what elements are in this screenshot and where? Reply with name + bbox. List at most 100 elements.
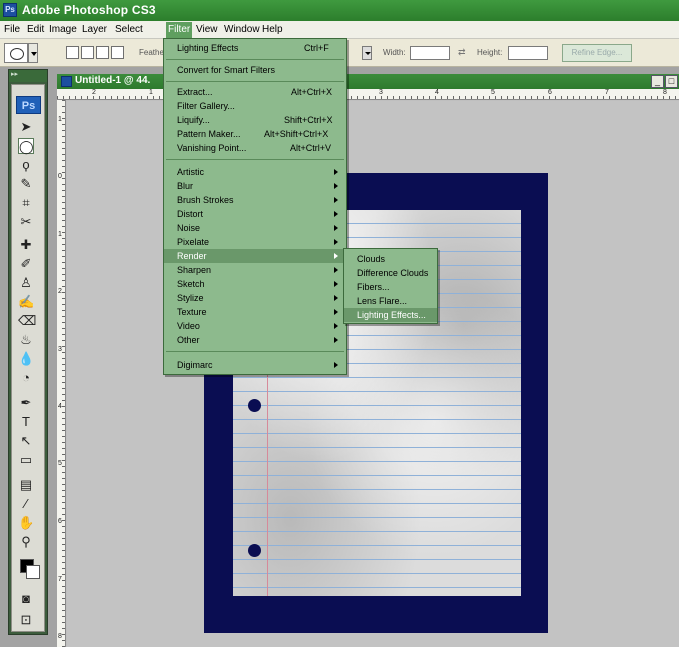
binder-hole (248, 544, 261, 557)
slice-tool-icon[interactable]: ✂ (18, 214, 34, 230)
menu-item-filter-gallery[interactable]: Filter Gallery... (164, 99, 346, 113)
menu-window[interactable]: Window (224, 24, 260, 35)
submenu-item-lighting-effects[interactable]: Lighting Effects... (344, 308, 437, 322)
style-dropdown[interactable] (362, 46, 372, 60)
submenu-item-lens-flare[interactable]: Lens Flare... (344, 294, 437, 308)
dodge-tool-icon[interactable]: ◔ (18, 370, 34, 386)
toolbox-header[interactable]: ▸▸ (9, 70, 47, 82)
submenu-arrow-icon (334, 253, 338, 259)
menu-separator (166, 351, 344, 352)
subtract-selection-button[interactable] (96, 46, 109, 59)
menu-edit[interactable]: Edit (27, 24, 44, 35)
submenu-item-fibers[interactable]: Fibers... (344, 280, 437, 294)
menu-item-distort[interactable]: Distort (164, 207, 346, 221)
tool-preset-picker[interactable] (4, 43, 28, 63)
submenu-arrow-icon (334, 323, 338, 329)
vertical-ruler[interactable]: 1 0 1 2 3 4 5 6 7 8 (57, 100, 66, 647)
submenu-arrow-icon (334, 295, 338, 301)
title-bar: Ps Adobe Photoshop CS3 (0, 0, 679, 21)
menu-item-brush-strokes[interactable]: Brush Strokes (164, 193, 346, 207)
ruler-number: 2 (58, 288, 62, 295)
photoshop-logo[interactable]: Ps (16, 96, 41, 114)
ruler-number: 7 (58, 576, 62, 583)
menu-item-pattern-maker[interactable]: Pattern Maker... Alt+Shift+Ctrl+X (164, 127, 346, 141)
menu-item-texture[interactable]: Texture (164, 305, 346, 319)
background-color-swatch[interactable] (26, 565, 40, 579)
menu-image[interactable]: Image (49, 24, 77, 35)
add-selection-button[interactable] (81, 46, 94, 59)
menu-item-artistic[interactable]: Artistic (164, 165, 346, 179)
app-title: Adobe Photoshop CS3 (22, 3, 156, 17)
menu-item-digimarc[interactable]: Digimarc (164, 358, 346, 372)
zoom-tool-icon[interactable]: ⚲ (18, 534, 34, 550)
menu-bar: File Edit Image Layer Select Filter View… (0, 21, 679, 39)
move-tool-icon[interactable]: ➤ (18, 119, 34, 135)
refine-edge-button[interactable]: Refine Edge... (562, 44, 632, 62)
menu-file[interactable]: File (4, 24, 20, 35)
menu-view[interactable]: View (196, 24, 218, 35)
menu-filter[interactable]: Filter (166, 22, 193, 38)
swap-dimensions-icon[interactable]: ⇄ (458, 47, 466, 58)
submenu-item-difference-clouds[interactable]: Difference Clouds (344, 266, 437, 280)
menu-item-blur[interactable]: Blur (164, 179, 346, 193)
ruler-number: 6 (548, 89, 552, 96)
menu-item-render[interactable]: Render (164, 249, 346, 263)
notes-tool-icon[interactable]: ▤ (18, 477, 34, 493)
submenu-item-clouds[interactable]: Clouds (344, 252, 437, 266)
menu-help[interactable]: Help (262, 24, 283, 35)
toolbox: ▸▸ Ps ➤ ◯ ϙ ✎ ⌗ ✂ ✚ ✐ ♙ ✍ ⌫ ♨ 💧 ◔ ✒ T ↖ … (8, 69, 48, 635)
menu-item-video[interactable]: Video (164, 319, 346, 333)
blur-tool-icon[interactable]: 💧 (18, 351, 34, 367)
toolbox-body: Ps ➤ ◯ ϙ ✎ ⌗ ✂ ✚ ✐ ♙ ✍ ⌫ ♨ 💧 ◔ ✒ T ↖ ▭ ▤… (11, 84, 45, 632)
menu-item-pixelate[interactable]: Pixelate (164, 235, 346, 249)
minimize-button[interactable]: _ (651, 75, 664, 88)
eraser-tool-icon[interactable]: ⌫ (18, 313, 36, 329)
eyedropper-tool-icon[interactable]: ⁄ (18, 496, 34, 512)
menu-item-lighting-effects-last[interactable]: Lighting Effects Ctrl+F (164, 41, 346, 55)
menu-layer[interactable]: Layer (82, 24, 107, 35)
ruler-number: 7 (605, 89, 609, 96)
quick-mask-icon[interactable]: ◙ (18, 591, 34, 607)
elliptical-marquee-tool-icon[interactable]: ◯ (18, 138, 34, 154)
clone-stamp-tool-icon[interactable]: ♙ (18, 275, 34, 291)
ruler-number: 1 (58, 231, 62, 238)
pen-tool-icon[interactable]: ✒ (18, 395, 34, 411)
document-title-bar[interactable]: Untitled-1 @ 44. _ □ (57, 74, 679, 89)
history-brush-tool-icon[interactable]: ✍ (18, 294, 34, 310)
intersect-selection-button[interactable] (111, 46, 124, 59)
shape-tool-icon[interactable]: ▭ (18, 452, 34, 468)
screen-mode-icon[interactable]: ⊡ (18, 612, 34, 628)
type-tool-icon[interactable]: T (18, 414, 34, 430)
horizontal-ruler[interactable]: 2 1 3 4 5 6 7 8 (57, 89, 679, 100)
chevron-down-icon[interactable] (28, 43, 38, 63)
menu-item-other[interactable]: Other (164, 333, 346, 347)
ruler-number: 2 (92, 89, 96, 96)
ruler-number: 5 (58, 460, 62, 467)
brush-tool-icon[interactable]: ✐ (18, 256, 34, 272)
submenu-arrow-icon (334, 309, 338, 315)
menu-item-noise[interactable]: Noise (164, 221, 346, 235)
width-field[interactable] (410, 46, 450, 60)
hand-tool-icon[interactable]: ✋ (18, 515, 34, 531)
magic-wand-tool-icon[interactable]: ✎ (18, 176, 34, 192)
menu-item-vanishing-point[interactable]: Vanishing Point... Alt+Ctrl+V (164, 141, 346, 155)
document-icon (61, 76, 72, 87)
menu-item-sketch[interactable]: Sketch (164, 277, 346, 291)
lasso-tool-icon[interactable]: ϙ (18, 157, 34, 173)
ruler-number: 1 (149, 89, 153, 96)
menu-item-sharpen[interactable]: Sharpen (164, 263, 346, 277)
height-field[interactable] (508, 46, 548, 60)
menu-select[interactable]: Select (115, 24, 143, 35)
submenu-arrow-icon (334, 211, 338, 217)
menu-item-convert-smart-filters[interactable]: Convert for Smart Filters (164, 63, 346, 77)
menu-item-extract[interactable]: Extract... Alt+Ctrl+X (164, 85, 346, 99)
ruler-number: 4 (435, 89, 439, 96)
menu-item-liquify[interactable]: Liquify... Shift+Ctrl+X (164, 113, 346, 127)
path-selection-tool-icon[interactable]: ↖ (18, 433, 34, 449)
paint-bucket-tool-icon[interactable]: ♨ (18, 332, 34, 348)
restore-button[interactable]: □ (665, 75, 678, 88)
healing-brush-tool-icon[interactable]: ✚ (18, 237, 34, 253)
crop-tool-icon[interactable]: ⌗ (18, 195, 34, 211)
menu-item-stylize[interactable]: Stylize (164, 291, 346, 305)
new-selection-button[interactable] (66, 46, 79, 59)
